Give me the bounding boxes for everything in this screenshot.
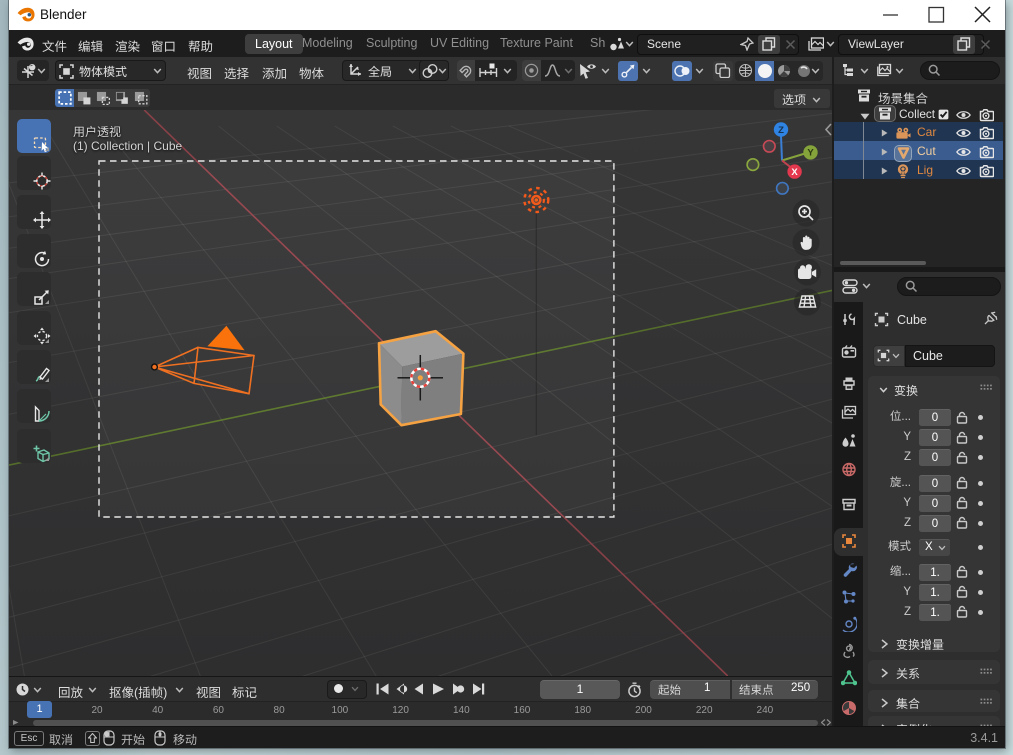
svg-text:X: X (791, 167, 798, 178)
svg-text:Z: Z (778, 125, 784, 136)
svg-text:Y: Y (807, 148, 814, 159)
